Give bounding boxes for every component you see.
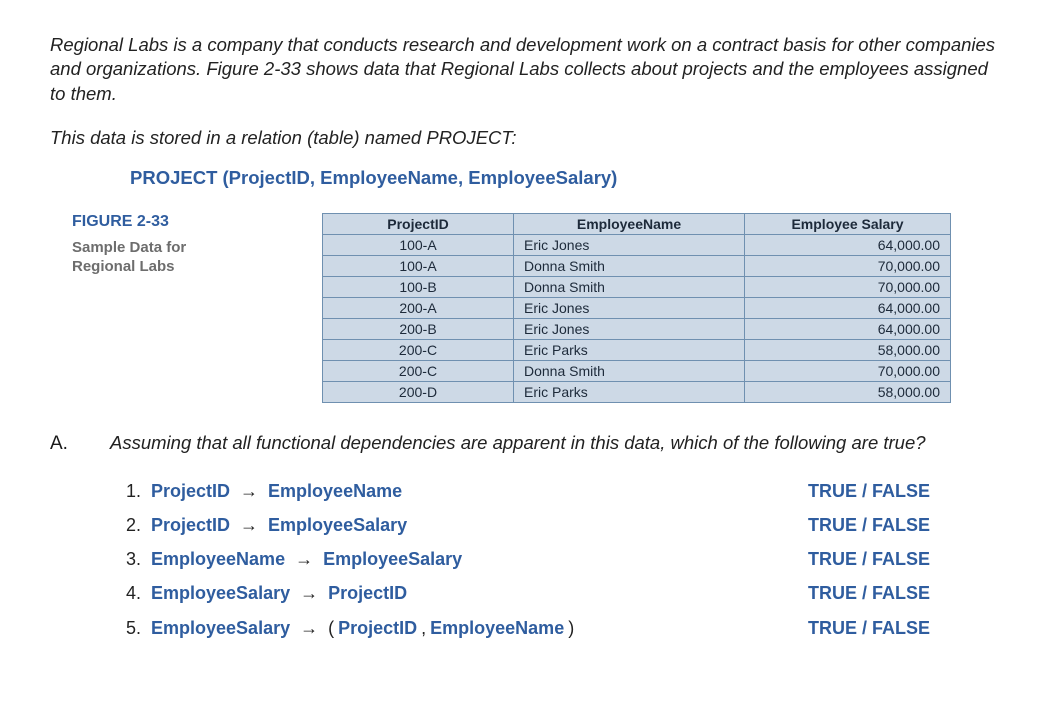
fd-number: 3.: [126, 542, 141, 576]
cell-projectid: 200-C: [323, 339, 514, 360]
table-row: 200-AEric Jones64,000.00: [323, 297, 951, 318]
fd-expression: 3. EmployeeName → EmployeeSalary: [126, 542, 808, 576]
arrow-icon: →: [240, 508, 258, 542]
fd-expression: 5. EmployeeSalary → (ProjectID, EmployeeNam…: [126, 611, 808, 645]
question-a-block: A. Assuming that all functional dependen…: [50, 431, 998, 645]
keyword: EmployeeSalary: [323, 542, 462, 576]
cell-employeename: Donna Smith: [514, 276, 745, 297]
true-false-choice[interactable]: TRUE / FALSE: [808, 611, 998, 645]
fd-row: 4. EmployeeSalary → ProjectID TRUE / FALSE: [126, 576, 998, 610]
question-stem: Assuming that all functional dependencie…: [110, 431, 998, 456]
intro-paragraph-2: This data is stored in a relation (table…: [50, 126, 998, 151]
table-row: 100-ADonna Smith70,000.00: [323, 255, 951, 276]
cell-projectid: 200-B: [323, 318, 514, 339]
arrow-icon: →: [295, 542, 313, 576]
keyword: ProjectID: [338, 611, 417, 645]
schema-line: PROJECT (ProjectID, EmployeeName, Employ…: [130, 167, 998, 189]
keyword: EmployeeSalary: [151, 611, 290, 645]
figure-label-block: FIGURE 2-33 Sample Data for Regional Lab…: [72, 213, 322, 277]
table-row: 200-DEric Parks58,000.00: [323, 381, 951, 402]
keyword: EmployeeName: [268, 474, 402, 508]
col-header-employeesalary: Employee Salary: [745, 213, 951, 234]
cell-projectid: 100-B: [323, 276, 514, 297]
fd-list: 1.ProjectID→EmployeeNameTRUE / FALSE2.Pr…: [126, 474, 998, 645]
cell-employeesalary: 70,000.00: [745, 360, 951, 381]
arrow-icon: →: [300, 576, 318, 610]
keyword: EmployeeName: [430, 611, 564, 645]
cell-employeename: Donna Smith: [514, 255, 745, 276]
question-letter: A.: [50, 431, 110, 455]
intro-paragraph-1: Regional Labs is a company that conducts…: [50, 33, 998, 108]
table-row: 100-AEric Jones64,000.00: [323, 234, 951, 255]
cell-employeesalary: 70,000.00: [745, 255, 951, 276]
table-header-row: ProjectID EmployeeName Employee Salary: [323, 213, 951, 234]
fd-number: 4.: [126, 576, 141, 610]
keyword: EmployeeSalary: [268, 508, 407, 542]
table-row: 200-CDonna Smith70,000.00: [323, 360, 951, 381]
question-body: Assuming that all functional dependencie…: [110, 431, 998, 645]
true-false-choice[interactable]: TRUE / FALSE: [808, 576, 998, 610]
fd-text: ): [568, 611, 574, 645]
cell-projectid: 100-A: [323, 234, 514, 255]
cell-employeesalary: 58,000.00: [745, 339, 951, 360]
fd-row: 3. EmployeeName → EmployeeSalary TRUE / FALS…: [126, 542, 998, 576]
fd-number: 5.: [126, 611, 141, 645]
cell-employeename: Eric Parks: [514, 339, 745, 360]
col-header-projectid: ProjectID: [323, 213, 514, 234]
cell-employeename: Eric Jones: [514, 297, 745, 318]
true-false-choice[interactable]: TRUE / FALSE: [808, 508, 998, 542]
fd-expression: 4. EmployeeSalary → ProjectID: [126, 576, 808, 610]
cell-projectid: 100-A: [323, 255, 514, 276]
figure-caption-line-2: Regional Labs: [72, 258, 175, 275]
col-header-employeename: EmployeeName: [514, 213, 745, 234]
table-row: 200-CEric Parks58,000.00: [323, 339, 951, 360]
fd-text: (: [328, 611, 334, 645]
fd-text: ,: [421, 611, 426, 645]
keyword: ProjectID: [151, 508, 230, 542]
page: Regional Labs is a company that conducts…: [26, 0, 1026, 685]
project-table: ProjectID EmployeeName Employee Salary 1…: [322, 213, 951, 403]
cell-employeesalary: 70,000.00: [745, 276, 951, 297]
fd-expression: 1. ProjectID → EmployeeName: [126, 474, 808, 508]
keyword: EmployeeSalary: [151, 576, 290, 610]
arrow-icon: →: [240, 474, 258, 508]
figure-caption: Sample Data for Regional Labs: [72, 239, 322, 277]
keyword: ProjectID: [151, 474, 230, 508]
cell-projectid: 200-A: [323, 297, 514, 318]
figure-caption-line-1: Sample Data for: [72, 239, 186, 256]
fd-row: 1. ProjectID → EmployeeName TRUE / FALSE: [126, 474, 998, 508]
true-false-choice[interactable]: TRUE / FALSE: [808, 474, 998, 508]
keyword: EmployeeName: [151, 542, 285, 576]
fd-row: 2. ProjectID → EmployeeSalary TRUE / FALSE: [126, 508, 998, 542]
fd-number: 1.: [126, 474, 141, 508]
fd-number: 2.: [126, 508, 141, 542]
cell-employeename: Donna Smith: [514, 360, 745, 381]
cell-projectid: 200-D: [323, 381, 514, 402]
keyword: ProjectID: [328, 576, 407, 610]
cell-employeesalary: 64,000.00: [745, 318, 951, 339]
cell-employeename: Eric Jones: [514, 234, 745, 255]
fd-row: 5. EmployeeSalary → (ProjectID, EmployeeNam…: [126, 611, 998, 645]
table-row: 100-BDonna Smith70,000.00: [323, 276, 951, 297]
figure-number: FIGURE 2-33: [72, 213, 322, 231]
cell-employeename: Eric Jones: [514, 318, 745, 339]
cell-employeename: Eric Parks: [514, 381, 745, 402]
fd-expression: 2. ProjectID → EmployeeSalary: [126, 508, 808, 542]
cell-employeesalary: 64,000.00: [745, 234, 951, 255]
arrow-icon: →: [300, 611, 318, 645]
table-row: 200-BEric Jones64,000.00: [323, 318, 951, 339]
figure-block: FIGURE 2-33 Sample Data for Regional Lab…: [72, 213, 998, 403]
true-false-choice[interactable]: TRUE / FALSE: [808, 542, 998, 576]
cell-employeesalary: 58,000.00: [745, 381, 951, 402]
cell-employeesalary: 64,000.00: [745, 297, 951, 318]
cell-projectid: 200-C: [323, 360, 514, 381]
